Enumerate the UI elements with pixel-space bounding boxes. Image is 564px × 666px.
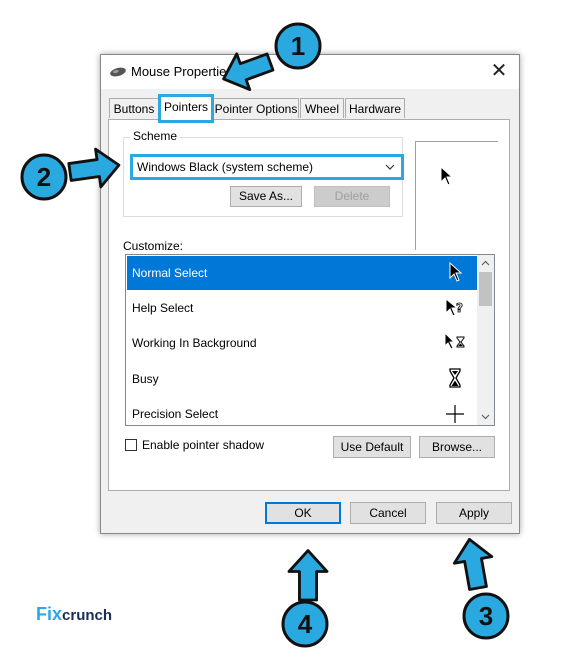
- pointer-shadow-label: Enable pointer shadow: [142, 438, 265, 452]
- arrow-step-4-icon: [287, 549, 329, 602]
- scheme-group: Scheme Windows Black (system scheme) Sav…: [123, 129, 404, 217]
- tab-pointer-options[interactable]: Pointer Options: [213, 98, 299, 118]
- working-cursor-icon: [444, 331, 465, 350]
- ok-button[interactable]: OK: [265, 502, 341, 524]
- arrow-cursor-icon: [449, 261, 463, 282]
- hourglass-cursor-icon: [449, 368, 461, 388]
- close-button[interactable]: ✕: [479, 55, 519, 89]
- tab-buttons[interactable]: Buttons: [109, 98, 159, 118]
- step-4-number: 4: [297, 609, 313, 639]
- list-item-label: Working In Background: [132, 336, 257, 350]
- pointers-panel: Scheme Windows Black (system scheme) Sav…: [108, 119, 510, 491]
- list-item-label: Help Select: [132, 301, 194, 315]
- cursor-list: Normal Select Help Select ? Working In B…: [125, 254, 495, 426]
- mouse-icon: [109, 65, 127, 83]
- list-item-normal-select[interactable]: Normal Select: [127, 256, 477, 290]
- scheme-select[interactable]: Windows Black (system scheme): [130, 154, 404, 180]
- apply-button[interactable]: Apply: [436, 502, 512, 524]
- tab-hardware[interactable]: Hardware: [345, 98, 405, 118]
- fixcrunch-logo: Fixcrunch: [36, 604, 113, 624]
- scroll-thumb[interactable]: [479, 272, 492, 306]
- scheme-label: Scheme: [130, 129, 181, 143]
- list-item-help-select[interactable]: Help Select ?: [127, 291, 477, 325]
- scheme-selected-value: Windows Black (system scheme): [137, 160, 314, 174]
- list-item-label: Busy: [132, 372, 159, 386]
- list-item-label: Normal Select: [132, 266, 208, 280]
- step-1-number: 1: [290, 31, 306, 61]
- cancel-button[interactable]: Cancel: [350, 502, 426, 524]
- delete-button[interactable]: Delete: [314, 186, 390, 207]
- scroll-down-icon[interactable]: [477, 408, 494, 425]
- tab-wheel[interactable]: Wheel: [300, 98, 344, 118]
- list-scrollbar[interactable]: [477, 255, 494, 425]
- list-item-working-in-background[interactable]: Working In Background: [127, 326, 477, 360]
- window-title: Mouse Properties: [131, 64, 233, 79]
- svg-text:?: ?: [456, 301, 463, 315]
- arrow-step-3-icon: [449, 534, 499, 593]
- mouse-properties-dialog: Mouse Properties ✕ Buttons Pointers Poin…: [100, 54, 520, 534]
- tab-pointers[interactable]: Pointers: [158, 94, 214, 123]
- save-as-button[interactable]: Save As...: [230, 186, 302, 207]
- chevron-down-icon: [385, 157, 395, 184]
- pointer-shadow-checkbox[interactable]: [125, 439, 137, 451]
- step-3-number: 3: [478, 601, 494, 631]
- list-item-busy[interactable]: Busy: [127, 362, 477, 396]
- use-default-button[interactable]: Use Default: [333, 436, 411, 458]
- crosshair-cursor-icon: [446, 405, 464, 423]
- list-item-precision-select[interactable]: Precision Select: [127, 397, 477, 425]
- browse-button[interactable]: Browse...: [419, 436, 495, 458]
- scroll-up-icon[interactable]: [477, 255, 494, 272]
- arrow-cursor-icon: [440, 166, 454, 186]
- cursor-preview: [415, 141, 498, 250]
- help-cursor-icon: ?: [445, 297, 463, 317]
- customize-label: Customize:: [123, 239, 184, 253]
- list-item-label: Precision Select: [132, 407, 219, 421]
- step-2-number: 2: [36, 162, 52, 192]
